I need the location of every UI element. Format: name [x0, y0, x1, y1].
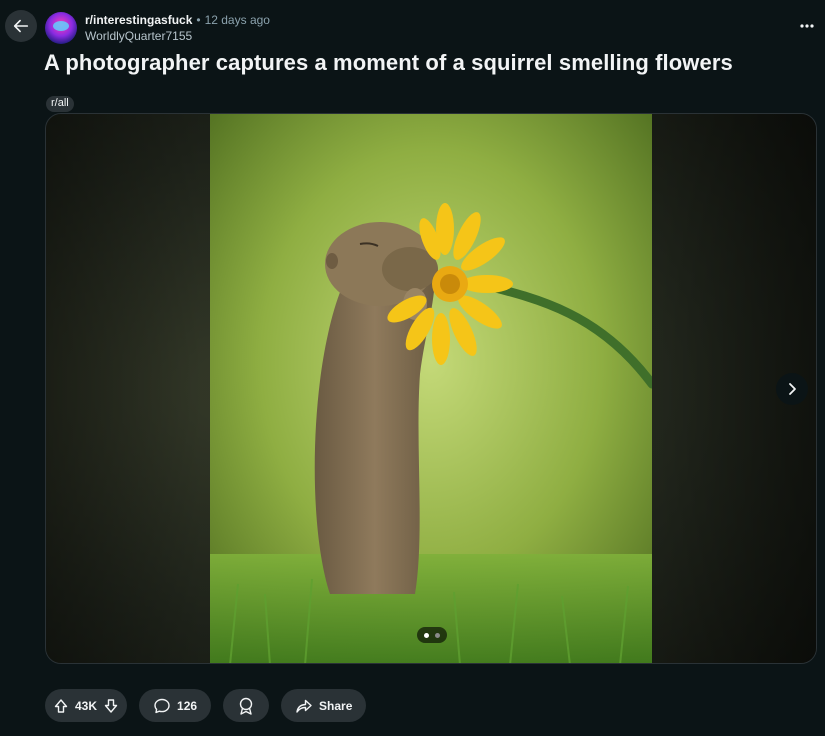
gallery-dot-1[interactable] — [424, 632, 429, 638]
meta-separator: • — [196, 13, 201, 27]
post-flair[interactable]: r/all — [46, 96, 74, 112]
downvote-arrow-icon — [104, 698, 118, 713]
post-actions: 43K 126 Share — [45, 689, 367, 722]
arrow-left-icon — [13, 19, 29, 33]
post-meta: r/interestingasfuck • 12 days ago WorldlyQ… — [85, 12, 270, 44]
upvote-arrow-icon — [54, 698, 68, 713]
downvote-button[interactable] — [103, 698, 119, 714]
post-time: 12 days ago — [204, 13, 270, 27]
more-dots-icon — [800, 24, 814, 28]
squirrel-flower-illustration — [210, 114, 652, 663]
comment-bubble-icon — [154, 698, 170, 713]
gallery-dot-2[interactable] — [435, 632, 440, 638]
share-label: Share — [319, 698, 353, 713]
share-button[interactable]: Share — [281, 689, 367, 722]
award-icon — [239, 697, 253, 715]
share-arrow-icon — [296, 699, 312, 713]
next-image-button[interactable] — [776, 373, 808, 405]
vote-pill: 43K — [45, 689, 128, 722]
media-gallery[interactable] — [45, 113, 817, 664]
subreddit-link[interactable]: r/interestingasfuck — [85, 13, 192, 27]
more-options-button[interactable] — [795, 14, 819, 38]
post-title: A photographer captures a moment of a sq… — [44, 50, 733, 75]
subreddit-avatar[interactable] — [45, 12, 77, 44]
comments-button[interactable]: 126 — [139, 689, 212, 722]
comment-count: 126 — [177, 698, 198, 713]
author-link[interactable]: WorldlyQuarter7155 — [85, 28, 270, 44]
post-image[interactable] — [210, 114, 652, 663]
upvote-button[interactable] — [53, 698, 69, 714]
chevron-right-icon — [789, 383, 796, 395]
vote-count: 43K — [75, 698, 98, 713]
award-button[interactable] — [223, 689, 270, 722]
gallery-pagination — [417, 627, 447, 643]
back-button[interactable] — [5, 10, 37, 42]
